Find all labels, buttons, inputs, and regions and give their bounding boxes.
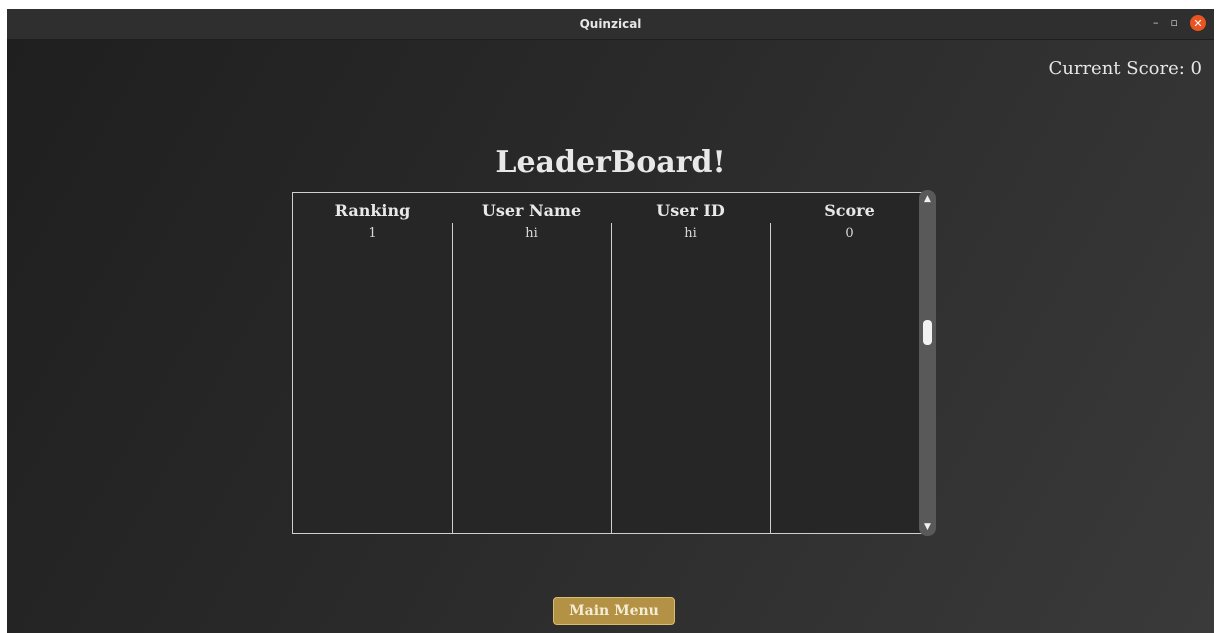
table-cell-score[interactable]: 0 — [770, 226, 929, 241]
window-controls: – ▫ ✕ — [1153, 15, 1206, 31]
column-user-id: User ID hi — [611, 193, 770, 533]
column-ranking: Ranking 1 — [293, 193, 452, 533]
table-cell-user-id[interactable]: hi — [611, 226, 770, 241]
main-content: Current Score: 0 LeaderBoard! Ranking 1 … — [7, 40, 1214, 633]
column-user-name: User Name hi — [452, 193, 611, 533]
maximize-button[interactable]: ▫ — [1171, 15, 1178, 31]
minimize-button[interactable]: – — [1153, 15, 1159, 31]
table-cell-user-name[interactable]: hi — [452, 226, 611, 241]
column-header-user-id[interactable]: User ID — [611, 201, 770, 220]
leaderboard-table: Ranking 1 User Name hi User ID hi Score … — [292, 192, 930, 534]
scroll-up-icon[interactable]: ▲ — [919, 194, 936, 204]
page-title: LeaderBoard! — [495, 145, 726, 180]
window-title: Quinzical — [579, 17, 642, 31]
column-header-score[interactable]: Score — [770, 201, 929, 220]
scroll-down-icon[interactable]: ▼ — [919, 522, 936, 532]
scroll-thumb[interactable] — [923, 320, 932, 345]
app-window: Quinzical – ▫ ✕ Current Score: 0 LeaderB… — [7, 9, 1214, 633]
title-bar: Quinzical – ▫ ✕ — [7, 9, 1214, 40]
column-header-user-name[interactable]: User Name — [452, 201, 611, 220]
column-header-ranking[interactable]: Ranking — [293, 201, 452, 220]
current-score: Current Score: 0 — [1048, 58, 1202, 79]
main-menu-button[interactable]: Main Menu — [553, 597, 675, 625]
table-cell-ranking[interactable]: 1 — [293, 226, 452, 241]
vertical-scrollbar[interactable]: ▲ ▼ — [919, 190, 936, 536]
column-score: Score 0 — [770, 193, 929, 533]
close-button[interactable]: ✕ — [1190, 15, 1206, 31]
